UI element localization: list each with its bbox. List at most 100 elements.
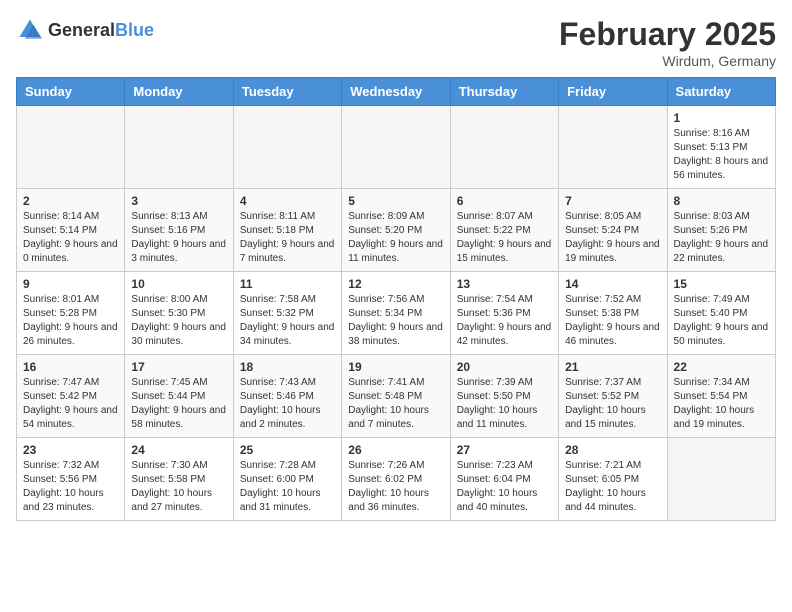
day-detail: Sunrise: 7:43 AM Sunset: 5:46 PM Dayligh… [240, 376, 335, 432]
calendar-cell: 12 Sunrise: 7:56 AM Sunset: 5:34 PM Dayli… [342, 272, 450, 355]
day-number: 1 [674, 111, 769, 125]
logo: GeneralBlue [16, 16, 154, 44]
day-number: 12 [348, 277, 443, 291]
logo-general: General [48, 20, 115, 40]
day-number: 17 [131, 360, 226, 374]
calendar-week-row: 9 Sunrise: 8:01 AM Sunset: 5:28 PM Daylig… [17, 272, 776, 355]
day-number: 5 [348, 194, 443, 208]
weekday-header-row: SundayMondayTuesdayWednesdayThursdayFrid… [17, 78, 776, 106]
calendar-cell: 4 Sunrise: 8:11 AM Sunset: 5:18 PM Daylig… [233, 189, 341, 272]
day-number: 24 [131, 443, 226, 457]
calendar-cell: 1 Sunrise: 8:16 AM Sunset: 5:13 PM Daylig… [667, 106, 775, 189]
day-number: 19 [348, 360, 443, 374]
day-number: 10 [131, 277, 226, 291]
calendar-cell [125, 106, 233, 189]
day-detail: Sunrise: 8:16 AM Sunset: 5:13 PM Dayligh… [674, 127, 769, 183]
day-detail: Sunrise: 7:45 AM Sunset: 5:44 PM Dayligh… [131, 376, 226, 432]
day-number: 11 [240, 277, 335, 291]
day-detail: Sunrise: 8:13 AM Sunset: 5:16 PM Dayligh… [131, 210, 226, 266]
day-number: 9 [23, 277, 118, 291]
calendar-cell: 14 Sunrise: 7:52 AM Sunset: 5:38 PM Dayli… [559, 272, 667, 355]
calendar-cell: 8 Sunrise: 8:03 AM Sunset: 5:26 PM Daylig… [667, 189, 775, 272]
page-header: GeneralBlue February 2025 Wirdum, German… [16, 16, 776, 69]
day-number: 4 [240, 194, 335, 208]
day-number: 2 [23, 194, 118, 208]
day-number: 3 [131, 194, 226, 208]
calendar-cell: 25Sunrise: 7:28 AM Sunset: 6:00 PM Dayli… [233, 438, 341, 521]
calendar-cell: 18 Sunrise: 7:43 AM Sunset: 5:46 PM Dayli… [233, 355, 341, 438]
calendar-cell: 21Sunrise: 7:37 AM Sunset: 5:52 PM Dayli… [559, 355, 667, 438]
location-subtitle: Wirdum, Germany [559, 53, 776, 69]
day-detail: Sunrise: 7:56 AM Sunset: 5:34 PM Dayligh… [348, 293, 443, 349]
day-number: 7 [565, 194, 660, 208]
calendar-cell: 26Sunrise: 7:26 AM Sunset: 6:02 PM Dayli… [342, 438, 450, 521]
calendar-cell: 3 Sunrise: 8:13 AM Sunset: 5:16 PM Daylig… [125, 189, 233, 272]
day-number: 22 [674, 360, 769, 374]
calendar-cell: 27 Sunrise: 7:23 AM Sunset: 6:04 PM Dayli… [450, 438, 558, 521]
day-detail: Sunrise: 7:21 AM Sunset: 6:05 PM Dayligh… [565, 459, 660, 515]
day-detail: Sunrise: 7:30 AM Sunset: 5:58 PM Dayligh… [131, 459, 226, 515]
calendar-cell: 7 Sunrise: 8:05 AM Sunset: 5:24 PM Daylig… [559, 189, 667, 272]
day-detail: Sunrise: 7:49 AM Sunset: 5:40 PM Dayligh… [674, 293, 769, 349]
day-number: 14 [565, 277, 660, 291]
weekday-header: Tuesday [233, 78, 341, 106]
calendar-cell: 5 Sunrise: 8:09 AM Sunset: 5:20 PM Daylig… [342, 189, 450, 272]
calendar-cell: 13 Sunrise: 7:54 AM Sunset: 5:36 PM Dayli… [450, 272, 558, 355]
weekday-header: Friday [559, 78, 667, 106]
calendar-cell [559, 106, 667, 189]
calendar-cell: 9 Sunrise: 8:01 AM Sunset: 5:28 PM Daylig… [17, 272, 125, 355]
day-number: 16 [23, 360, 118, 374]
calendar-week-row: 23 Sunrise: 7:32 AM Sunset: 5:56 PM Dayli… [17, 438, 776, 521]
day-number: 27 [457, 443, 552, 457]
calendar-cell: 19 Sunrise: 7:41 AM Sunset: 5:48 PM Dayli… [342, 355, 450, 438]
calendar-cell: 15Sunrise: 7:49 AM Sunset: 5:40 PM Dayli… [667, 272, 775, 355]
calendar-cell: 6 Sunrise: 8:07 AM Sunset: 5:22 PM Daylig… [450, 189, 558, 272]
day-detail: Sunrise: 8:05 AM Sunset: 5:24 PM Dayligh… [565, 210, 660, 266]
day-detail: Sunrise: 7:47 AM Sunset: 5:42 PM Dayligh… [23, 376, 118, 432]
day-number: 8 [674, 194, 769, 208]
day-detail: Sunrise: 8:11 AM Sunset: 5:18 PM Dayligh… [240, 210, 335, 266]
day-number: 20 [457, 360, 552, 374]
day-detail: Sunrise: 8:14 AM Sunset: 5:14 PM Dayligh… [23, 210, 118, 266]
calendar-cell: 17 Sunrise: 7:45 AM Sunset: 5:44 PM Dayli… [125, 355, 233, 438]
weekday-header: Saturday [667, 78, 775, 106]
calendar-week-row: 16 Sunrise: 7:47 AM Sunset: 5:42 PM Dayli… [17, 355, 776, 438]
calendar-cell: 10Sunrise: 8:00 AM Sunset: 5:30 PM Dayli… [125, 272, 233, 355]
day-number: 13 [457, 277, 552, 291]
day-number: 18 [240, 360, 335, 374]
day-number: 25 [240, 443, 335, 457]
day-detail: Sunrise: 7:39 AM Sunset: 5:50 PM Dayligh… [457, 376, 552, 432]
day-detail: Sunrise: 8:09 AM Sunset: 5:20 PM Dayligh… [348, 210, 443, 266]
weekday-header: Sunday [17, 78, 125, 106]
day-number: 23 [23, 443, 118, 457]
day-detail: Sunrise: 8:07 AM Sunset: 5:22 PM Dayligh… [457, 210, 552, 266]
day-detail: Sunrise: 7:32 AM Sunset: 5:56 PM Dayligh… [23, 459, 118, 515]
calendar-cell: 11Sunrise: 7:58 AM Sunset: 5:32 PM Dayli… [233, 272, 341, 355]
day-detail: Sunrise: 7:41 AM Sunset: 5:48 PM Dayligh… [348, 376, 443, 432]
logo-icon [16, 16, 44, 44]
calendar-cell: 28 Sunrise: 7:21 AM Sunset: 6:05 PM Dayli… [559, 438, 667, 521]
calendar-cell [342, 106, 450, 189]
day-detail: Sunrise: 7:23 AM Sunset: 6:04 PM Dayligh… [457, 459, 552, 515]
weekday-header: Monday [125, 78, 233, 106]
calendar-cell: 20 Sunrise: 7:39 AM Sunset: 5:50 PM Dayli… [450, 355, 558, 438]
weekday-header: Wednesday [342, 78, 450, 106]
day-detail: Sunrise: 7:34 AM Sunset: 5:54 PM Dayligh… [674, 376, 769, 432]
calendar-table: SundayMondayTuesdayWednesdayThursdayFrid… [16, 77, 776, 521]
day-number: 6 [457, 194, 552, 208]
title-block: February 2025 Wirdum, Germany [559, 16, 776, 69]
day-detail: Sunrise: 8:03 AM Sunset: 5:26 PM Dayligh… [674, 210, 769, 266]
day-number: 26 [348, 443, 443, 457]
calendar-cell: 2 Sunrise: 8:14 AM Sunset: 5:14 PM Daylig… [17, 189, 125, 272]
day-detail: Sunrise: 7:52 AM Sunset: 5:38 PM Dayligh… [565, 293, 660, 349]
calendar-week-row: 1 Sunrise: 8:16 AM Sunset: 5:13 PM Daylig… [17, 106, 776, 189]
calendar-cell: 22 Sunrise: 7:34 AM Sunset: 5:54 PM Dayli… [667, 355, 775, 438]
day-detail: Sunrise: 8:01 AM Sunset: 5:28 PM Dayligh… [23, 293, 118, 349]
calendar-cell [667, 438, 775, 521]
logo-blue: Blue [115, 20, 154, 40]
calendar-cell [233, 106, 341, 189]
day-detail: Sunrise: 7:54 AM Sunset: 5:36 PM Dayligh… [457, 293, 552, 349]
day-number: 21 [565, 360, 660, 374]
calendar-cell [17, 106, 125, 189]
day-number: 28 [565, 443, 660, 457]
